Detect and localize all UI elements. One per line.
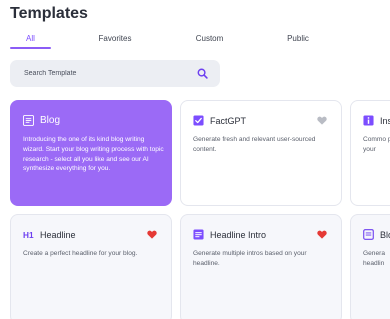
- template-card-headline-intro[interactable]: Headline Intro Generate multiple intros …: [180, 214, 342, 319]
- list-icon: [23, 115, 34, 126]
- checkbox-icon: [193, 115, 204, 126]
- card-title: FactGPT: [210, 115, 247, 126]
- template-card-ins[interactable]: Ins Commo per your: [350, 100, 390, 206]
- page-title: Templates: [10, 5, 88, 22]
- card-title: Blog: [40, 115, 61, 126]
- card-description: Create a perfect headline for your blog.: [23, 250, 138, 257]
- template-card-factgpt[interactable]: FactGPT Generate fresh and relevant user…: [180, 100, 342, 206]
- template-card-blo[interactable]: Blo Genera headlin: [350, 214, 390, 319]
- template-card-headline[interactable]: H1 Headline Create a perfect headline fo…: [10, 214, 172, 319]
- h1-icon: H1: [23, 231, 34, 240]
- template-tabs: All Favorites Custom Public: [10, 33, 390, 49]
- card-title: Ins: [380, 115, 390, 126]
- card-description: Introducing the one of its kind blog wri…: [23, 136, 164, 173]
- favorite-heart-icon[interactable]: [147, 230, 157, 239]
- tab-custom[interactable]: Custom: [187, 33, 232, 49]
- card-title: Headline: [40, 229, 76, 240]
- card-description: Genera headlin: [363, 250, 385, 267]
- info-icon: [363, 115, 374, 126]
- active-tab-indicator: [10, 47, 51, 49]
- card-title: Blo: [380, 229, 390, 240]
- tab-favorites[interactable]: Favorites: [90, 33, 140, 49]
- search-input[interactable]: [24, 70, 194, 77]
- svg-text:H1: H1: [23, 231, 34, 240]
- card-description: Generate fresh and relevant user-sourced…: [193, 136, 316, 153]
- tab-public[interactable]: Public: [278, 33, 318, 49]
- favorite-heart-icon[interactable]: [317, 116, 327, 125]
- card-title: Headline Intro: [210, 229, 267, 240]
- search-bar: [10, 60, 220, 87]
- paragraph-icon: [193, 229, 204, 240]
- card-description: Commo per your: [363, 136, 390, 153]
- favorite-heart-icon[interactable]: [317, 230, 327, 239]
- card-description: Generate multiple intros based on your h…: [193, 250, 307, 267]
- templates-page: Templates All Favorites Custom Public Bl…: [0, 0, 390, 319]
- document-icon: [363, 229, 374, 240]
- search-icon[interactable]: [197, 68, 208, 79]
- template-card-blog[interactable]: Blog Introducing the one of its kind blo…: [10, 100, 172, 206]
